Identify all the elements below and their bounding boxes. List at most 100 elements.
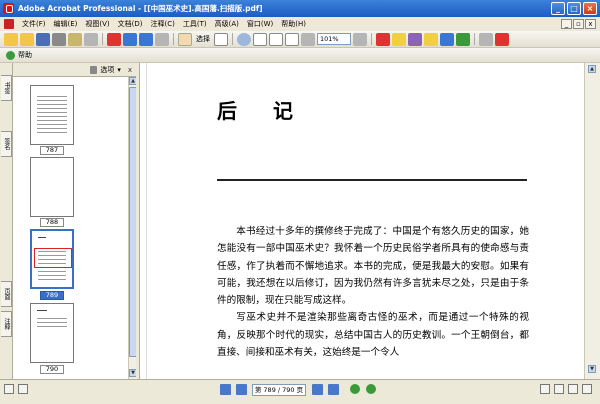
tab-comments[interactable]: 注释 [1,311,12,337]
comment-icon[interactable] [376,32,390,46]
window-titlebar: Adobe Acrobat Professional - [[中国巫术史].高国… [0,0,600,17]
lock-icon[interactable] [424,32,438,46]
email-icon[interactable] [68,32,82,46]
tab-signatures[interactable]: 签名 [1,131,12,157]
continuous-icon[interactable] [554,384,564,394]
thumbnail-label[interactable]: 788 [40,218,64,227]
maximize-button[interactable]: □ [567,2,581,15]
body-paragraph: 写巫术史并不是渲染那些离奇古怪的巫术，而是通过一个特殊的视角，反映那个时代的现实… [217,312,529,359]
options-menu[interactable]: 选项 [100,65,114,75]
previous-page-icon[interactable] [236,384,247,395]
toolbar-separator [173,33,174,45]
zoom-in-icon[interactable] [353,32,367,46]
menu-help[interactable]: 帮助(H) [277,17,310,31]
pdf-page: 后记 本书经过十多年的撰修终于完成了：中国是个有悠久历史的国家，她怎能没有一部中… [146,63,582,379]
fit-page-icon[interactable] [269,32,283,46]
main-toolbar: 选择 101% [0,31,600,48]
menu-document[interactable]: 文档(D) [114,17,147,31]
delete-page-icon[interactable] [90,65,98,74]
facing-icon[interactable] [568,384,578,394]
menu-tools[interactable]: 工具(T) [179,17,211,31]
doc-restore-button[interactable]: ▫ [573,19,584,29]
window-controls: _ □ × [551,2,597,15]
actual-size-icon[interactable] [253,32,267,46]
close-window-button[interactable]: × [583,2,597,15]
review-icon[interactable] [123,32,137,46]
document-menu-icon[interactable] [4,19,14,29]
fit-width-icon[interactable] [285,32,299,46]
document-scrollbar[interactable]: ▲ ▼ [584,63,600,379]
status-bar: 第 789 / 790 页 [0,379,600,404]
menu-comments[interactable]: 注释(C) [147,17,179,31]
attach-icon[interactable] [84,32,98,46]
snapshot-icon[interactable] [214,32,228,46]
doc-scroll-down-arrow-icon[interactable]: ▼ [588,365,596,373]
close-pane-icon[interactable]: x [128,66,132,74]
options-icon[interactable] [18,384,28,394]
zoom-out-icon[interactable] [301,32,315,46]
help-toolbar: 帮助 [0,48,600,63]
thumbnail-page-788[interactable] [30,157,74,217]
save-icon[interactable] [36,32,50,46]
menu-file[interactable]: 文件(F) [18,17,50,31]
next-view-icon[interactable] [366,384,376,394]
hand-tool-icon[interactable] [178,32,192,46]
navigation-panel-tabs: 书签 签名 页面 注释 [0,63,13,379]
create-pdf-icon[interactable] [4,32,18,46]
menu-window[interactable]: 窗口(W) [243,17,277,31]
zoom-level-field[interactable]: 101% [317,33,351,45]
tab-pages[interactable]: 页面 [1,281,12,307]
thumbnail-label[interactable]: 787 [40,146,64,155]
toolbar-separator [232,33,233,45]
document-view: 后记 本书经过十多年的撰修终于完成了：中国是个有悠久历史的国家，她怎能没有一部中… [140,63,584,379]
secure-icon[interactable] [139,32,153,46]
open-icon[interactable] [20,32,34,46]
print-icon[interactable] [52,32,66,46]
toolbar-separator [474,33,475,45]
sign-icon[interactable] [155,32,169,46]
single-page-icon[interactable] [540,384,550,394]
pen-icon[interactable] [440,32,454,46]
last-page-icon[interactable] [328,384,339,395]
page-heading: 后记 [217,99,329,123]
pages-icon[interactable] [479,32,493,46]
page-body: 本书经过十多年的撰修终于完成了：中国是个有悠久历史的国家，她怎能没有一部中国巫术… [217,223,529,361]
menu-view[interactable]: 视图(V) [81,17,113,31]
options-dropdown-icon[interactable]: ▾ [117,66,121,74]
continuous-facing-icon[interactable] [582,384,592,394]
form-icon[interactable] [456,32,470,46]
help-icon[interactable] [6,50,15,60]
document-window-controls: _ ▫ x [561,19,596,29]
thumbnail-label[interactable]: 790 [40,365,64,374]
highlight-icon[interactable] [392,32,406,46]
minimize-button[interactable]: _ [551,2,565,15]
doc-minimize-button[interactable]: _ [561,19,572,29]
stamp-icon[interactable] [107,32,121,46]
yahoo-icon[interactable] [495,32,509,46]
help-button-label[interactable]: 帮助 [18,50,32,60]
next-page-icon[interactable] [312,384,323,395]
page-layout-icon[interactable] [4,384,14,394]
tab-bookmarks[interactable]: 书签 [1,75,12,101]
previous-view-icon[interactable] [350,384,360,394]
zoom-tool-icon[interactable] [237,32,251,46]
doc-close-button[interactable]: x [585,19,596,29]
thumbnail-page-790[interactable] [30,303,74,363]
thumbnail-page-787[interactable] [30,85,74,145]
thumbnail-label-selected[interactable]: 789 [40,291,64,300]
toolbar-separator [102,33,103,45]
doc-scroll-up-arrow-icon[interactable]: ▲ [588,65,596,73]
select-tool-label[interactable]: 选择 [196,34,210,44]
thumbnails-header: 选项 ▾ x [13,63,136,77]
page-number-field[interactable]: 第 789 / 790 页 [252,384,306,396]
menu-advanced[interactable]: 高级(A) [211,17,243,31]
page-thumbnails-pane: 选项 ▾ x 787 788 789 790 ▲ ▼ [13,63,137,379]
window-title: Adobe Acrobat Professional - [[中国巫术史].高国… [18,4,263,13]
acrobat-app-icon [3,3,14,14]
first-page-icon[interactable] [220,384,231,395]
menu-edit[interactable]: 编辑(E) [50,17,82,31]
thumbnail-page-789[interactable] [30,229,74,289]
drawing-icon[interactable] [408,32,422,46]
toolbar-separator [371,33,372,45]
thumbnails-scrollbar[interactable]: ▲ ▼ [128,77,137,379]
